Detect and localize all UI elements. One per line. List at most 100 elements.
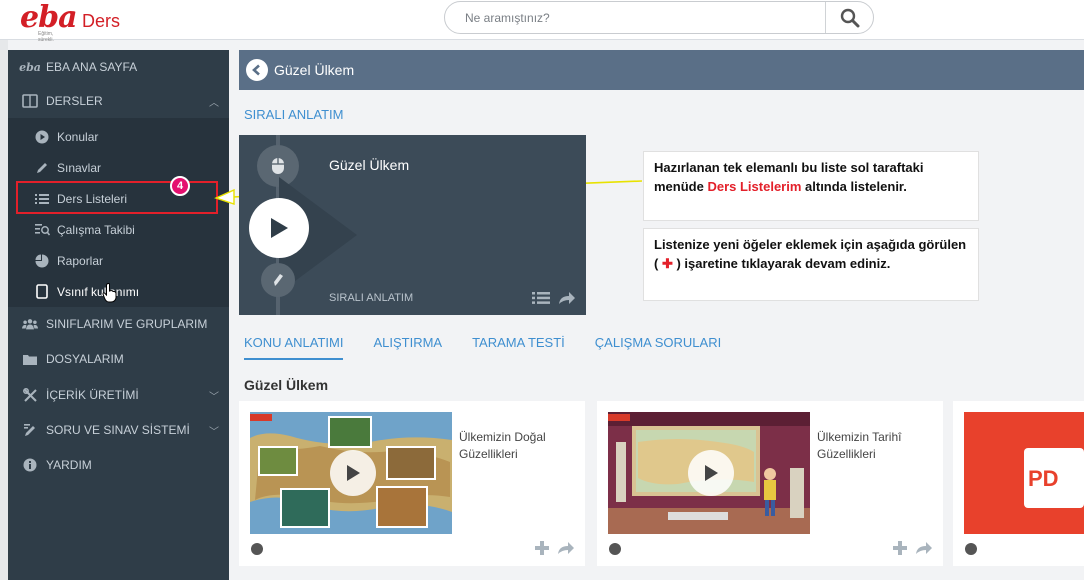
page-title-bar: Güzel Ülkem: [239, 50, 1084, 90]
map-thumbnail[interactable]: [250, 412, 452, 534]
logo-eba-text: eba: [20, 0, 78, 35]
chevron-up-icon: ︿: [209, 97, 219, 109]
sidebar-item-yardim[interactable]: YARDIM: [8, 448, 229, 482]
book-icon: [22, 93, 38, 109]
status-dot: [251, 543, 263, 555]
tracking-icon: [34, 222, 50, 238]
chevron-left-icon: [252, 64, 260, 76]
card-title[interactable]: Ülkemizin Doğal Güzellikleri: [459, 429, 574, 463]
info-icon: [22, 457, 38, 473]
sequence-card-actions: [532, 291, 576, 305]
list-icon[interactable]: [532, 291, 550, 305]
tablet-icon: [34, 284, 50, 300]
share-icon[interactable]: [557, 541, 575, 555]
sidebar-subitem-label: Raporlar: [57, 253, 104, 268]
sidebar-subitem-calisma-takibi[interactable]: Çalışma Takibi: [8, 214, 229, 245]
svg-text:PD: PD: [1028, 466, 1059, 491]
play-icon: [705, 465, 718, 481]
page-title: Güzel Ülkem: [274, 62, 355, 78]
status-dot: [965, 543, 977, 555]
sidebar-item-icerik-uretimi[interactable]: İÇERİK ÜRETİMİ ﹀: [8, 378, 229, 412]
pencil-node: [261, 263, 295, 297]
card-actions: [535, 541, 575, 555]
chevron-down-icon: ﹀: [209, 426, 219, 438]
sidebar-subitem-konular[interactable]: Konular: [8, 121, 229, 152]
eba-logo-icon: eba: [19, 60, 41, 74]
content-tabs: KONU ANLATIMI ALIŞTIRMA TARAMA TESTİ ÇAL…: [244, 335, 751, 360]
status-dot: [609, 543, 621, 555]
card-play-button[interactable]: [688, 450, 734, 496]
group-title: Güzel Ülkem: [244, 377, 329, 393]
sidebar-item-dosyalarim[interactable]: DOSYALARIM: [8, 342, 229, 376]
sidebar-item-eba-ana-sayfa[interactable]: eba EBA ANA SAYFA: [8, 50, 229, 84]
sequence-card-footer: SIRALI ANLATIM: [329, 292, 414, 304]
sidebar-subitem-label: Çalışma Takibi: [57, 222, 135, 237]
sidebar-item-label: YARDIM: [46, 458, 92, 472]
instruction-note-1: Hazırlanan tek elemanlı bu liste sol tar…: [643, 151, 979, 221]
window-edge: [0, 0, 8, 580]
content-card[interactable]: Ülkemizin Doğal Güzellikleri: [239, 401, 585, 566]
sidebar-subitem-raporlar[interactable]: Raporlar: [8, 245, 229, 276]
share-icon[interactable]: [558, 291, 576, 305]
sidebar-subitem-label: Sınavlar: [57, 160, 102, 175]
note1-text-after: altında listelenir.: [801, 179, 907, 194]
search-button[interactable]: [826, 2, 873, 33]
section-label: SIRALI ANLATIM: [244, 107, 344, 122]
search-box: [444, 1, 874, 34]
folder-icon: [22, 351, 38, 367]
hand-cursor-icon: [102, 283, 117, 303]
sidebar-item-label: EBA ANA SAYFA: [46, 60, 138, 74]
card-play-button[interactable]: [330, 450, 376, 496]
exam-icon: [22, 422, 38, 438]
tab-alistirma[interactable]: ALIŞTIRMA: [373, 335, 442, 360]
add-icon[interactable]: [535, 541, 549, 555]
sequence-card[interactable]: Güzel Ülkem SIRALI ANLATIM: [239, 135, 586, 315]
pie-chart-icon: [34, 253, 50, 269]
mouse-icon: [272, 158, 284, 174]
sidebar: eba EBA ANA SAYFA DERSLER ︿ Konular Sına…: [8, 50, 229, 580]
sidebar-subitem-vsinif[interactable]: Vsınıf kullanımı: [8, 276, 229, 307]
sidebar-item-dersler[interactable]: DERSLER ︿: [8, 84, 229, 118]
sequence-card-title: Güzel Ülkem: [329, 157, 410, 173]
content-card[interactable]: Ülkemizin Tarihî Güzellikleri: [597, 401, 943, 566]
search-icon: [840, 8, 859, 27]
sequence-play-button[interactable]: [249, 198, 309, 258]
pencil-icon: [274, 274, 283, 286]
history-thumbnail[interactable]: [608, 412, 810, 534]
pdf-thumbnail[interactable]: PD: [964, 412, 1084, 534]
back-button[interactable]: [246, 59, 268, 81]
plus-symbol-icon: ✚: [661, 256, 673, 271]
sidebar-item-label: DOSYALARIM: [46, 352, 124, 366]
logo-tagline: Eğitim, sürekli.: [38, 31, 54, 43]
pencil-icon: [34, 160, 50, 176]
search-input[interactable]: [465, 9, 815, 27]
sidebar-item-label: İÇERİK ÜRETİMİ: [46, 388, 139, 402]
play-icon: [347, 465, 360, 481]
card-title[interactable]: Ülkemizin Tarihî Güzellikleri: [817, 429, 932, 463]
share-icon[interactable]: [915, 541, 933, 555]
note2-text-after: ) işaretine tıklayarak devam ediniz.: [672, 256, 891, 271]
note1-highlight: Ders Listelerim: [707, 179, 802, 194]
sidebar-item-label: SINIFLARIM VE GRUPLARIM: [46, 317, 208, 331]
tools-icon: [22, 387, 38, 403]
top-header: eba Ders Eğitim, sürekli.: [0, 0, 1084, 43]
step-badge: 4: [170, 176, 190, 196]
content-card[interactable]: PD: [953, 401, 1084, 566]
sidebar-item-soru-sinav[interactable]: SORU VE SINAV SİSTEMİ ﹀: [8, 413, 229, 447]
sidebar-subitem-label: Konular: [57, 129, 99, 144]
tab-calisma-sorulari[interactable]: ÇALIŞMA SORULARI: [595, 335, 721, 360]
sidebar-subitem-label: Vsınıf kullanımı: [57, 284, 140, 299]
tab-konu-anlatimi[interactable]: KONU ANLATIMI: [244, 335, 344, 360]
sidebar-item-siniflarim[interactable]: SINIFLARIM VE GRUPLARIM: [8, 307, 229, 341]
sidebar-subitem-sinavlar[interactable]: Sınavlar: [8, 152, 229, 183]
sidebar-item-label: SORU VE SINAV SİSTEMİ: [46, 423, 190, 437]
add-icon[interactable]: [893, 541, 907, 555]
tab-tarama-testi[interactable]: TARAMA TESTİ: [472, 335, 565, 360]
chevron-down-icon: ﹀: [209, 391, 219, 403]
card-actions: [893, 541, 933, 555]
users-icon: [22, 316, 38, 332]
logo-ders-text: Ders: [82, 11, 121, 31]
instruction-note-2: Listenize yeni öğeler eklemek için aşağı…: [643, 228, 979, 301]
play-circle-icon: [34, 129, 50, 145]
sidebar-item-label: DERSLER: [46, 94, 103, 108]
